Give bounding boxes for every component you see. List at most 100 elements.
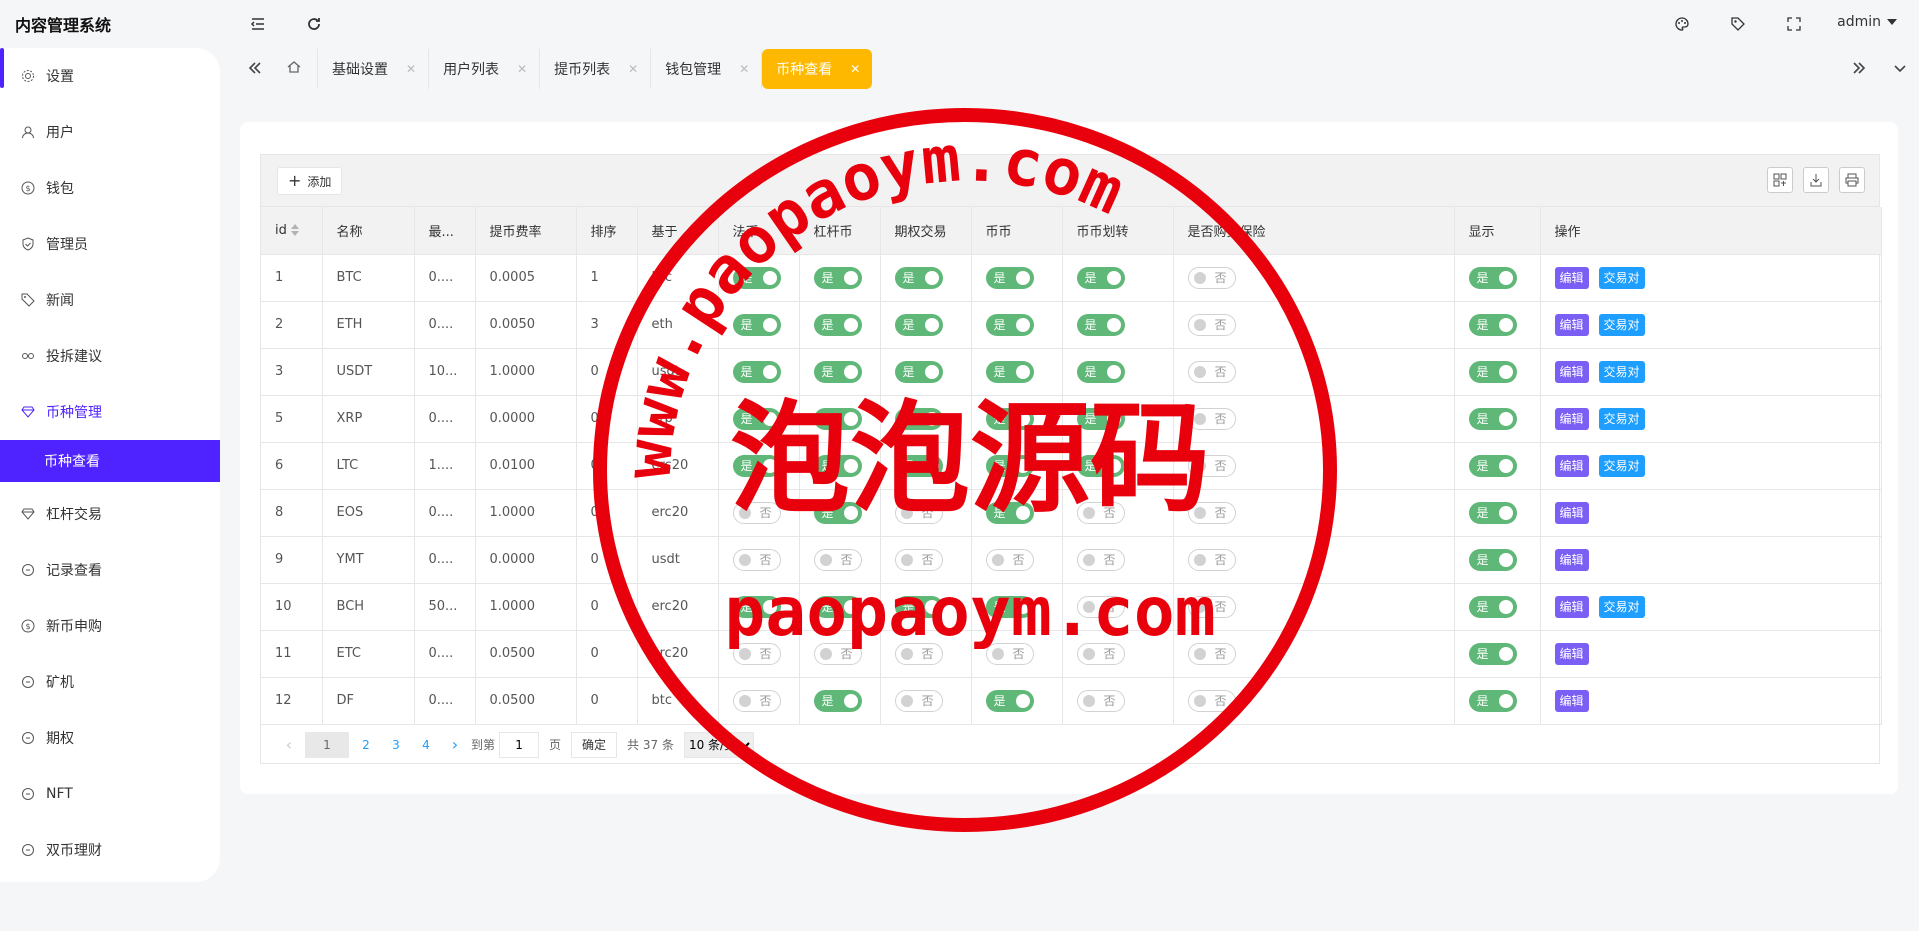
refresh-icon[interactable] — [302, 12, 326, 36]
edit-button[interactable]: 编辑 — [1554, 595, 1589, 618]
toggle-switch-transfer[interactable]: 否 — [1076, 501, 1125, 524]
sidebar-item-options[interactable]: 期权 — [0, 710, 220, 766]
edit-button[interactable]: 编辑 — [1554, 548, 1589, 571]
toggle-switch-transfer[interactable]: 否 — [1076, 595, 1125, 618]
toggle-switch-transfer[interactable]: 否 — [1076, 548, 1125, 571]
toggle-switch-option[interactable]: 是 — [894, 454, 943, 477]
toggle-switch-fiat[interactable]: 是 — [732, 313, 781, 336]
toggle-switch-coin[interactable]: 否 — [985, 548, 1034, 571]
close-icon[interactable]: ✕ — [406, 62, 416, 76]
toggle-switch-coin[interactable]: 是 — [985, 360, 1034, 383]
toggle-switch-fiat[interactable]: 是 — [732, 454, 781, 477]
sidebar-item-miner[interactable]: 矿机 — [0, 654, 220, 710]
toggle-switch-insurance[interactable]: 否 — [1187, 689, 1236, 712]
toggle-switch-fiat[interactable]: 否 — [732, 501, 781, 524]
tabs-scroll-right-icon[interactable] — [1847, 56, 1871, 80]
toggle-switch-show[interactable]: 是 — [1468, 360, 1517, 383]
tab-coin-view[interactable]: 币种查看 ✕ — [762, 49, 873, 89]
toggle-switch-lever[interactable]: 是 — [813, 313, 862, 336]
sort-icon[interactable] — [290, 224, 299, 237]
toggle-switch-lever[interactable]: 是 — [813, 689, 862, 712]
toggle-switch-fiat[interactable]: 否 — [732, 689, 781, 712]
user-menu[interactable]: admin — [1837, 14, 1897, 30]
trading-pair-button[interactable]: 交易对 — [1598, 454, 1645, 477]
menu-collapse-icon[interactable] — [246, 12, 270, 36]
print-icon[interactable] — [1839, 167, 1865, 193]
toggle-switch-lever[interactable]: 否 — [813, 548, 862, 571]
toggle-switch-show[interactable]: 是 — [1468, 313, 1517, 336]
toggle-switch-fiat[interactable]: 是 — [732, 595, 781, 618]
add-button[interactable]: + 添加 — [277, 167, 343, 195]
close-icon[interactable]: ✕ — [739, 62, 749, 76]
edit-button[interactable]: 编辑 — [1554, 360, 1589, 383]
edit-button[interactable]: 编辑 — [1554, 689, 1589, 712]
toggle-switch-lever[interactable]: 是 — [813, 266, 862, 289]
column-header-id[interactable]: id — [261, 207, 323, 255]
goto-page-input[interactable] — [499, 731, 540, 758]
toggle-switch-coin[interactable]: 是 — [985, 501, 1034, 524]
trading-pair-button[interactable]: 交易对 — [1598, 313, 1645, 336]
close-icon[interactable]: ✕ — [517, 62, 527, 76]
toggle-switch-lever[interactable]: 是 — [813, 360, 862, 383]
toggle-switch-fiat[interactable]: 否 — [732, 548, 781, 571]
toggle-switch-show[interactable]: 是 — [1468, 407, 1517, 430]
sidebar-subitem-coin-view[interactable]: 币种查看 — [0, 440, 220, 482]
sidebar-item-suggestions[interactable]: 投拆建议 — [0, 328, 220, 384]
toggle-switch-option[interactable]: 是 — [894, 266, 943, 289]
toggle-switch-insurance[interactable]: 否 — [1187, 642, 1236, 665]
toggle-switch-coin[interactable]: 是 — [985, 313, 1034, 336]
toggle-switch-coin[interactable]: 是 — [985, 454, 1034, 477]
toggle-switch-option[interactable]: 是 — [894, 313, 943, 336]
tab-user-list[interactable]: 用户列表 ✕ — [429, 49, 541, 89]
sidebar-item-leverage[interactable]: 杠杆交易 — [0, 486, 220, 542]
toggle-switch-transfer[interactable]: 是 — [1076, 313, 1125, 336]
toggle-switch-show[interactable]: 是 — [1468, 548, 1517, 571]
edit-button[interactable]: 编辑 — [1554, 454, 1589, 477]
export-icon[interactable] — [1803, 167, 1829, 193]
toggle-switch-option[interactable]: 否 — [894, 642, 943, 665]
sidebar-item-new-coin[interactable]: $ 新币申购 — [0, 598, 220, 654]
edit-button[interactable]: 编辑 — [1554, 266, 1589, 289]
sidebar-item-news[interactable]: 新闻 — [0, 272, 220, 328]
trading-pair-button[interactable]: 交易对 — [1598, 595, 1645, 618]
edit-button[interactable]: 编辑 — [1554, 501, 1589, 524]
toggle-switch-transfer[interactable]: 是 — [1076, 454, 1125, 477]
toggle-switch-option[interactable]: 是 — [894, 407, 943, 430]
toggle-switch-option[interactable]: 是 — [894, 595, 943, 618]
page-size-select[interactable]: 10 条/页 — [683, 731, 754, 758]
tag-icon[interactable] — [1726, 12, 1750, 36]
toggle-switch-show[interactable]: 是 — [1468, 501, 1517, 524]
page-link[interactable]: 3 — [383, 732, 409, 758]
toggle-switch-insurance[interactable]: 否 — [1187, 454, 1236, 477]
tabs-dropdown-icon[interactable] — [1888, 56, 1912, 80]
toggle-switch-transfer[interactable]: 否 — [1076, 689, 1125, 712]
sidebar-item-coin-management[interactable]: 币种管理 — [0, 384, 220, 440]
toggle-switch-option[interactable]: 否 — [894, 501, 943, 524]
tab-wallet-management[interactable]: 钱包管理 ✕ — [651, 49, 763, 89]
toggle-switch-transfer[interactable]: 是 — [1076, 360, 1125, 383]
toggle-switch-coin[interactable]: 是 — [985, 407, 1034, 430]
toggle-switch-coin[interactable]: 是 — [985, 266, 1034, 289]
toggle-switch-show[interactable]: 是 — [1468, 454, 1517, 477]
toggle-switch-transfer[interactable]: 是 — [1076, 266, 1125, 289]
edit-button[interactable]: 编辑 — [1554, 642, 1589, 665]
fullscreen-icon[interactable] — [1782, 12, 1806, 36]
page-link[interactable]: 2 — [353, 732, 379, 758]
toggle-switch-coin[interactable]: 是 — [985, 595, 1034, 618]
next-page-icon[interactable]: › — [443, 735, 467, 754]
goto-confirm-button[interactable]: 确定 — [571, 731, 618, 758]
toggle-switch-show[interactable]: 是 — [1468, 642, 1517, 665]
toggle-switch-fiat[interactable]: 否 — [732, 642, 781, 665]
toggle-switch-lever[interactable]: 是 — [813, 595, 862, 618]
columns-filter-icon[interactable] — [1767, 167, 1793, 193]
tab-basic-settings[interactable]: 基础设置 ✕ — [318, 49, 430, 89]
toggle-switch-fiat[interactable]: 是 — [732, 360, 781, 383]
trading-pair-button[interactable]: 交易对 — [1598, 360, 1645, 383]
toggle-switch-transfer[interactable]: 是 — [1076, 407, 1125, 430]
toggle-switch-show[interactable]: 是 — [1468, 595, 1517, 618]
edit-button[interactable]: 编辑 — [1554, 313, 1589, 336]
toggle-switch-insurance[interactable]: 否 — [1187, 266, 1236, 289]
sidebar-item-records[interactable]: 记录查看 — [0, 542, 220, 598]
close-icon[interactable]: ✕ — [628, 62, 638, 76]
toggle-switch-lever[interactable]: 是 — [813, 407, 862, 430]
